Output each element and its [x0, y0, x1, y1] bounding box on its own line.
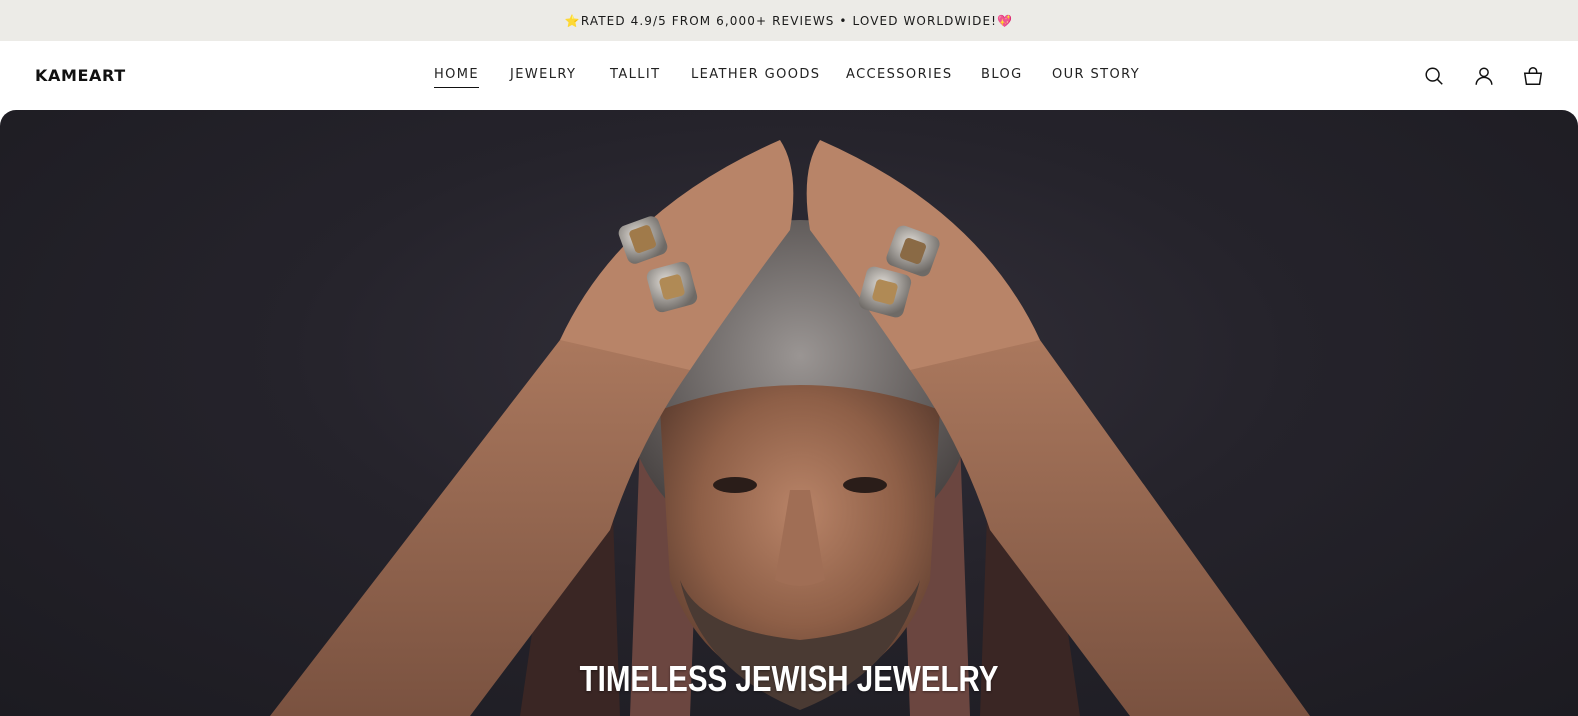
- main-nav: HOME JEWELRY TALLIT LEATHER GOODS ACCESS…: [0, 66, 1578, 88]
- star-emoji: ⭐: [564, 13, 581, 28]
- nav-leather-goods[interactable]: LEATHER GOODS: [691, 66, 820, 84]
- nav-blog[interactable]: BLOG: [981, 66, 1023, 84]
- nav-jewelry[interactable]: JEWELRY: [510, 66, 576, 84]
- cart-icon[interactable]: [1519, 62, 1547, 90]
- announcement-text: RATED 4.9/5 FROM 6,000+ REVIEWS • LOVED …: [580, 13, 998, 28]
- nav-accessories[interactable]: ACCESSORIES: [846, 66, 953, 84]
- announcement-bar: ⭐ RATED 4.9/5 FROM 6,000+ REVIEWS • LOVE…: [0, 0, 1578, 41]
- nav-our-story[interactable]: OUR STORY: [1052, 66, 1140, 84]
- nav-tallit[interactable]: TALLIT: [610, 66, 661, 84]
- site-header: KAMEART HOME JEWELRY TALLIT LEATHER GOOD…: [0, 41, 1578, 110]
- hero-title: TIMELESS JEWISH JEWELRY: [579, 658, 999, 699]
- heart-emoji: 💖: [997, 13, 1014, 28]
- search-icon[interactable]: [1420, 62, 1448, 90]
- account-icon[interactable]: [1470, 62, 1498, 90]
- hero-image: [270, 140, 1310, 716]
- hero-banner[interactable]: TIMELESS JEWISH JEWELRY: [0, 110, 1578, 716]
- nav-home[interactable]: HOME: [434, 66, 480, 88]
